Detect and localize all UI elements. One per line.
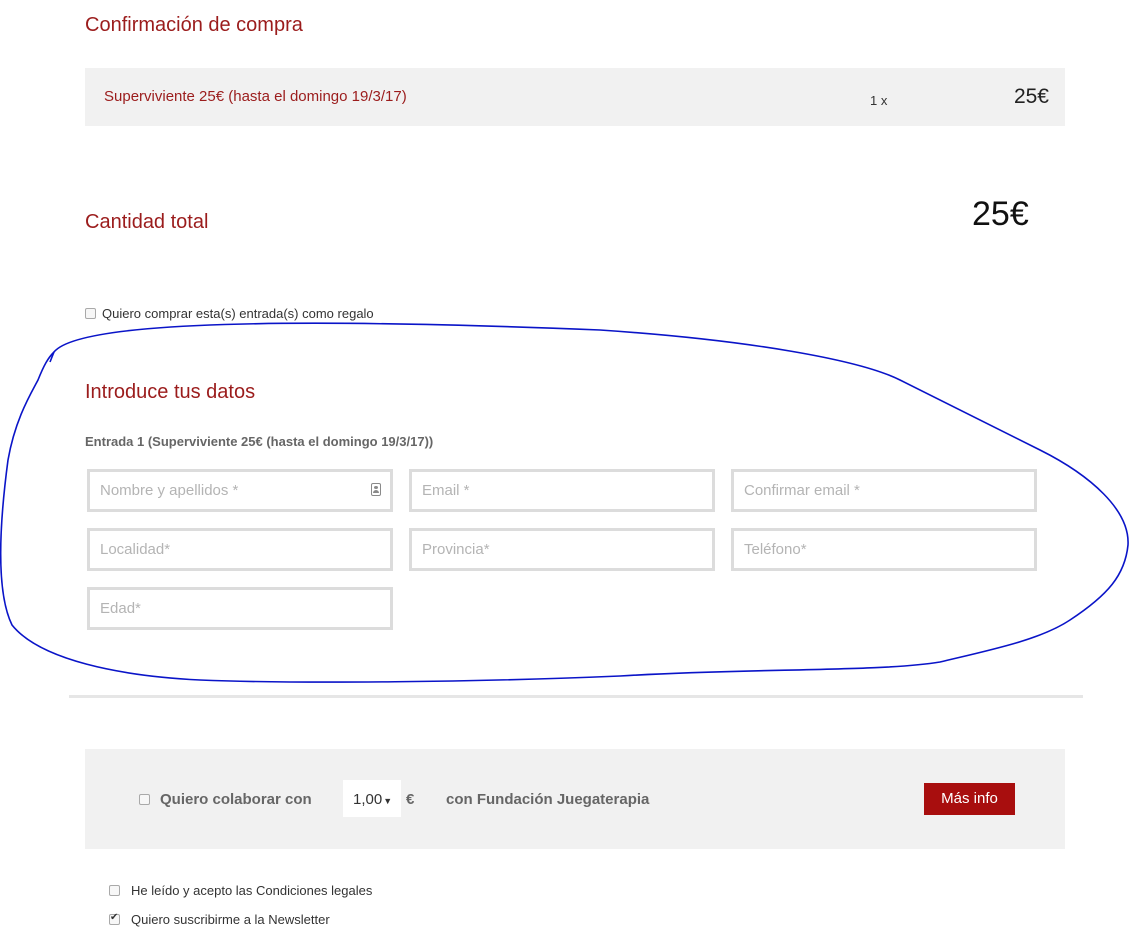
- purchase-title: Confirmación de compra: [85, 14, 303, 36]
- email-field[interactable]: [412, 472, 712, 509]
- newsletter-option[interactable]: Quiero suscribirme a la Newsletter: [109, 911, 330, 927]
- section-divider: [69, 695, 1083, 698]
- newsletter-label: Quiero suscribirme a la Newsletter: [131, 912, 330, 928]
- total-label: Cantidad total: [85, 211, 209, 233]
- age-field-wrapper: [87, 587, 393, 630]
- name-field-wrapper: [87, 469, 393, 512]
- province-field-wrapper: [409, 528, 715, 571]
- attendee-section-title: Introduce tus datos: [85, 381, 256, 403]
- cart-item-quantity: 1 x: [870, 93, 888, 108]
- donation-amount-select[interactable]: 1,00▼: [343, 780, 401, 817]
- total-amount: 25€: [972, 195, 1029, 233]
- phone-field-wrapper: [731, 528, 1037, 571]
- donation-amount-value: 1,00: [353, 791, 383, 808]
- cart-item-row: Superviviente 25€ (hasta el domingo 19/3…: [85, 68, 1065, 126]
- email-field-wrapper: [409, 469, 715, 512]
- donation-checkbox[interactable]: [139, 794, 150, 806]
- gift-option[interactable]: Quiero comprar esta(s) entrada(s) como r…: [85, 305, 374, 321]
- cart-item-name: Superviviente 25€ (hasta el domingo 19/3…: [104, 88, 407, 105]
- newsletter-checkbox[interactable]: [109, 912, 120, 926]
- donation-currency: €: [406, 791, 415, 808]
- more-info-button[interactable]: Más info: [924, 783, 1015, 815]
- confirm-email-field-wrapper: [731, 469, 1037, 512]
- terms-option[interactable]: He leído y acepto las Condiciones legale…: [109, 882, 372, 898]
- cart-item-price: 25€: [1013, 85, 1049, 108]
- city-field-wrapper: [87, 528, 393, 571]
- confirm-email-field[interactable]: [734, 472, 1034, 509]
- contact-card-icon[interactable]: [371, 483, 381, 496]
- donation-option[interactable]: Quiero colaborar con: [139, 791, 312, 809]
- entry-title: Entrada 1 (Superviviente 25€ (hasta el d…: [85, 434, 434, 449]
- terms-checkbox[interactable]: [109, 885, 120, 897]
- donation-foundation: con Fundación Juegaterapia: [446, 791, 650, 808]
- gift-checkbox[interactable]: [85, 308, 96, 320]
- city-field[interactable]: [90, 531, 390, 568]
- chevron-down-icon: ▼: [383, 796, 393, 806]
- donation-box: Quiero colaborar con 1,00▼ € con Fundaci…: [85, 749, 1065, 849]
- terms-label: He leído y acepto las Condiciones legale…: [131, 883, 373, 899]
- province-field[interactable]: [412, 531, 712, 568]
- gift-label: Quiero comprar esta(s) entrada(s) como r…: [102, 306, 374, 322]
- age-field[interactable]: [90, 590, 390, 627]
- phone-field[interactable]: [734, 531, 1034, 568]
- name-field[interactable]: [90, 472, 390, 509]
- donation-label: Quiero colaborar con: [160, 791, 312, 809]
